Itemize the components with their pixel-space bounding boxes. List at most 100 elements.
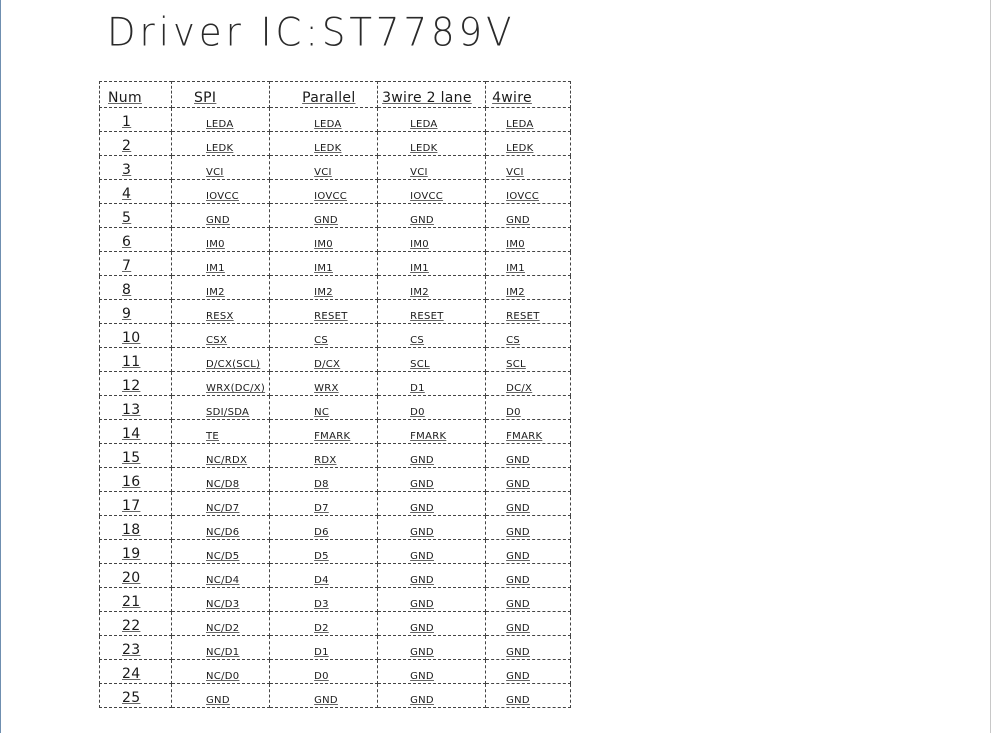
pin-parallel: IM2 (269, 275, 379, 300)
table-row: 2 LEDK LEDK LEDK LEDK (99, 131, 572, 156)
table-row: 10 CSX CS CS CS (99, 323, 572, 348)
pin-4wire: IM1 (485, 251, 572, 276)
pin-4wire: GND (485, 443, 572, 468)
pin-3wire-2lane: GND (377, 659, 487, 684)
header-4wire: 4wire (485, 81, 572, 108)
pin-spi: VCI (170, 155, 271, 180)
pin-num: 20 (99, 563, 172, 588)
table-row: 19 NC/D5 D5 GND GND (99, 539, 572, 564)
pin-parallel: WRX (269, 371, 379, 396)
table-row: 14 TE FMARK FMARK FMARK (99, 419, 572, 444)
pin-parallel: D1 (269, 635, 379, 660)
pin-parallel: CS (269, 323, 379, 348)
pin-spi: GND (170, 203, 271, 228)
pin-parallel: IM1 (269, 251, 379, 276)
header-3wire-2lane: 3wire 2 lane (377, 81, 487, 108)
table-row: 9 RESX RESET RESET RESET (99, 299, 572, 324)
table-row: 5 GND GND GND GND (99, 203, 572, 228)
pin-num: 17 (99, 491, 172, 516)
table-row: 25 GND GND GND GND (99, 683, 572, 708)
pin-spi: NC/D4 (170, 563, 271, 588)
pin-3wire-2lane: IM2 (377, 275, 487, 300)
pin-4wire: SCL (485, 347, 572, 372)
pin-4wire: LEDA (485, 107, 572, 132)
pin-3wire-2lane: GND (377, 587, 487, 612)
pin-4wire: IM0 (485, 227, 572, 252)
table-row: 20 NC/D4 D4 GND GND (99, 563, 572, 588)
header-parallel: Parallel (269, 81, 379, 108)
pin-spi: D/CX(SCL) (170, 347, 271, 372)
pin-4wire: RESET (485, 299, 572, 324)
pin-3wire-2lane: GND (377, 635, 487, 660)
pin-spi: NC/D7 (170, 491, 271, 516)
pin-num: 15 (99, 443, 172, 468)
table-row: 24 NC/D0 D0 GND GND (99, 659, 572, 684)
table-row: 21 NC/D3 D3 GND GND (99, 587, 572, 612)
table-row: 7 IM1 IM1 IM1 IM1 (99, 251, 572, 276)
pin-num: 22 (99, 611, 172, 636)
pin-4wire: CS (485, 323, 572, 348)
pin-parallel: GND (269, 683, 379, 708)
pin-spi: LEDK (170, 131, 271, 156)
pin-parallel: D7 (269, 491, 379, 516)
pin-4wire: VCI (485, 155, 572, 180)
pin-parallel: D3 (269, 587, 379, 612)
pin-4wire: GND (485, 515, 572, 540)
pin-parallel: D/CX (269, 347, 379, 372)
pin-4wire: GND (485, 491, 572, 516)
pin-spi: IM0 (170, 227, 271, 252)
header-num: Num (99, 81, 172, 108)
pin-parallel: D6 (269, 515, 379, 540)
pin-4wire: GND (485, 539, 572, 564)
pin-parallel: GND (269, 203, 379, 228)
table-row: 22 NC/D2 D2 GND GND (99, 611, 572, 636)
pin-num: 12 (99, 371, 172, 396)
pin-spi: IM2 (170, 275, 271, 300)
table-row: 13 SDI/SDA NC D0 D0 (99, 395, 572, 420)
pin-parallel: LEDK (269, 131, 379, 156)
pin-3wire-2lane: IOVCC (377, 179, 487, 204)
pin-num: 3 (99, 155, 172, 180)
pin-4wire: GND (485, 635, 572, 660)
pin-spi: NC/D1 (170, 635, 271, 660)
pin-num: 2 (99, 131, 172, 156)
pin-3wire-2lane: SCL (377, 347, 487, 372)
pin-num: 8 (99, 275, 172, 300)
table-row: 11 D/CX(SCL) D/CX SCL SCL (99, 347, 572, 372)
pin-num: 24 (99, 659, 172, 684)
pin-spi: LEDA (170, 107, 271, 132)
pin-spi: NC/D5 (170, 539, 271, 564)
pin-spi: WRX(DC/X) (170, 371, 271, 396)
pin-3wire-2lane: D1 (377, 371, 487, 396)
pin-3wire-2lane: GND (377, 611, 487, 636)
pin-parallel: D5 (269, 539, 379, 564)
pin-3wire-2lane: IM0 (377, 227, 487, 252)
pin-3wire-2lane: CS (377, 323, 487, 348)
pin-3wire-2lane: RESET (377, 299, 487, 324)
table-row: 3 VCI VCI VCI VCI (99, 155, 572, 180)
pin-3wire-2lane: D0 (377, 395, 487, 420)
pin-num: 11 (99, 347, 172, 372)
pin-4wire: LEDK (485, 131, 572, 156)
pin-num: 23 (99, 635, 172, 660)
table-row: 18 NC/D6 D6 GND GND (99, 515, 572, 540)
pin-parallel: IM0 (269, 227, 379, 252)
pin-spi: RESX (170, 299, 271, 324)
pin-3wire-2lane: GND (377, 683, 487, 708)
pin-3wire-2lane: GND (377, 443, 487, 468)
table-row: 12 WRX(DC/X) WRX D1 DC/X (99, 371, 572, 396)
pin-definition-table: Num SPI Parallel 3wire 2 lane 4wire 1 LED… (99, 81, 572, 708)
pin-num: 7 (99, 251, 172, 276)
pin-3wire-2lane: VCI (377, 155, 487, 180)
pin-spi: IM1 (170, 251, 271, 276)
pin-num: 18 (99, 515, 172, 540)
header-spi: SPI (170, 81, 271, 108)
pin-3wire-2lane: GND (377, 467, 487, 492)
pin-spi: GND (170, 683, 271, 708)
pin-spi: NC/D2 (170, 611, 271, 636)
pin-4wire: FMARK (485, 419, 572, 444)
pin-3wire-2lane: GND (377, 515, 487, 540)
pin-num: 19 (99, 539, 172, 564)
pin-spi: TE (170, 419, 271, 444)
table-row: 16 NC/D8 D8 GND GND (99, 467, 572, 492)
